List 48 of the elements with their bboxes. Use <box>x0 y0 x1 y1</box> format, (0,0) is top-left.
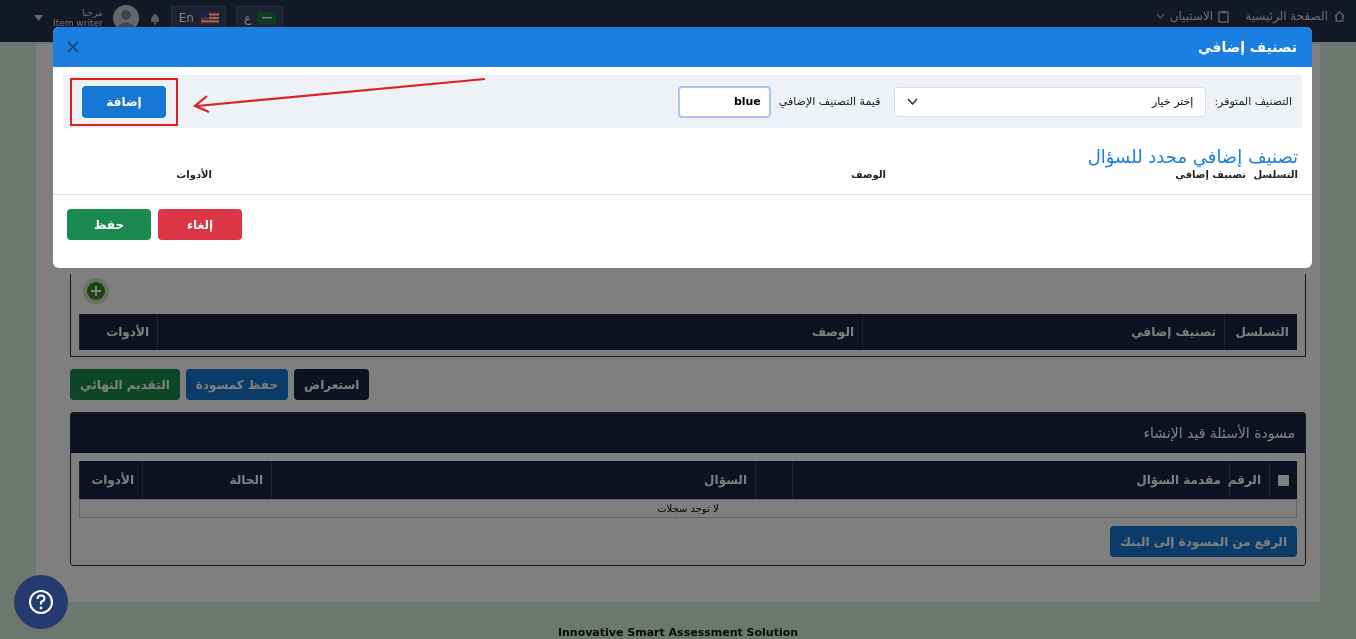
flag-icon <box>258 12 277 24</box>
column-header: الوصف <box>849 169 886 180</box>
column-header: التسلسل <box>1252 169 1298 180</box>
section-title: تصنيف إضافي محدد للسؤال <box>1086 145 1299 167</box>
input-field[interactable]: blue <box>677 85 771 118</box>
dialog-title: تصنيف إضافي <box>1198 39 1297 55</box>
caret-icon[interactable] <box>34 15 43 21</box>
empty-message: لا توجد سجلات <box>79 499 1297 518</box>
language-button[interactable]: ع <box>235 6 284 30</box>
column-header: مقدمة السؤال <box>792 461 1229 499</box>
caret-icon <box>1155 13 1165 19</box>
column-header: الأدوات <box>175 169 212 180</box>
user-role: Item writer <box>53 18 103 28</box>
greeting-text: مرحبا <box>81 8 103 18</box>
dialog-button[interactable]: إلغاء <box>158 209 242 240</box>
bell-icon[interactable] <box>148 11 161 25</box>
flag-icon <box>200 12 219 24</box>
nav-link[interactable]: الاستبيان <box>1155 9 1230 23</box>
help-icon <box>28 589 54 615</box>
action-button[interactable]: حفظ كمسودة <box>185 369 289 400</box>
field-label: التصنيف المتوفر: <box>1214 95 1292 108</box>
column-header: السؤال <box>271 461 755 499</box>
column-header: الحالة <box>142 461 271 499</box>
column-header: الوصف <box>157 314 862 350</box>
nav-link[interactable]: الصفحة الرئيسية <box>1245 9 1346 23</box>
help-button[interactable] <box>14 575 68 629</box>
column-header: تصنيف إضافي <box>1174 169 1246 180</box>
home-icon <box>1333 9 1346 23</box>
field-label: قيمة التصنيف الإضافي <box>778 95 881 108</box>
panel-title: مسودة الأسئلة قيد الإنشاء <box>71 413 1305 453</box>
close-icon[interactable] <box>67 41 79 53</box>
footer-text: Innovative Smart Assessment Solution <box>557 626 799 639</box>
language-button[interactable]: En <box>170 6 226 30</box>
column-header: الأدوات <box>79 461 142 499</box>
upload-button[interactable]: الرفع من المسودة إلى البنك <box>1109 526 1297 557</box>
action-button[interactable]: التقديم النهائي <box>70 369 180 400</box>
select-field[interactable]: إختر خيار <box>894 86 1207 117</box>
clipboard-icon <box>1218 9 1230 23</box>
column-header: الأدوات <box>79 314 157 350</box>
chevron-icon <box>907 98 919 105</box>
dialog-button[interactable]: حفظ <box>67 209 151 240</box>
add-icon[interactable] <box>83 278 109 304</box>
action-button[interactable]: استعراض <box>294 369 370 400</box>
column-header: تصنيف إضافي <box>862 314 1224 350</box>
column-header: الرقم <box>1229 461 1269 499</box>
column-header: التسلسل <box>1224 314 1297 350</box>
select-all-checkbox[interactable] <box>1278 474 1289 486</box>
add-button[interactable]: إضافة <box>82 85 166 118</box>
